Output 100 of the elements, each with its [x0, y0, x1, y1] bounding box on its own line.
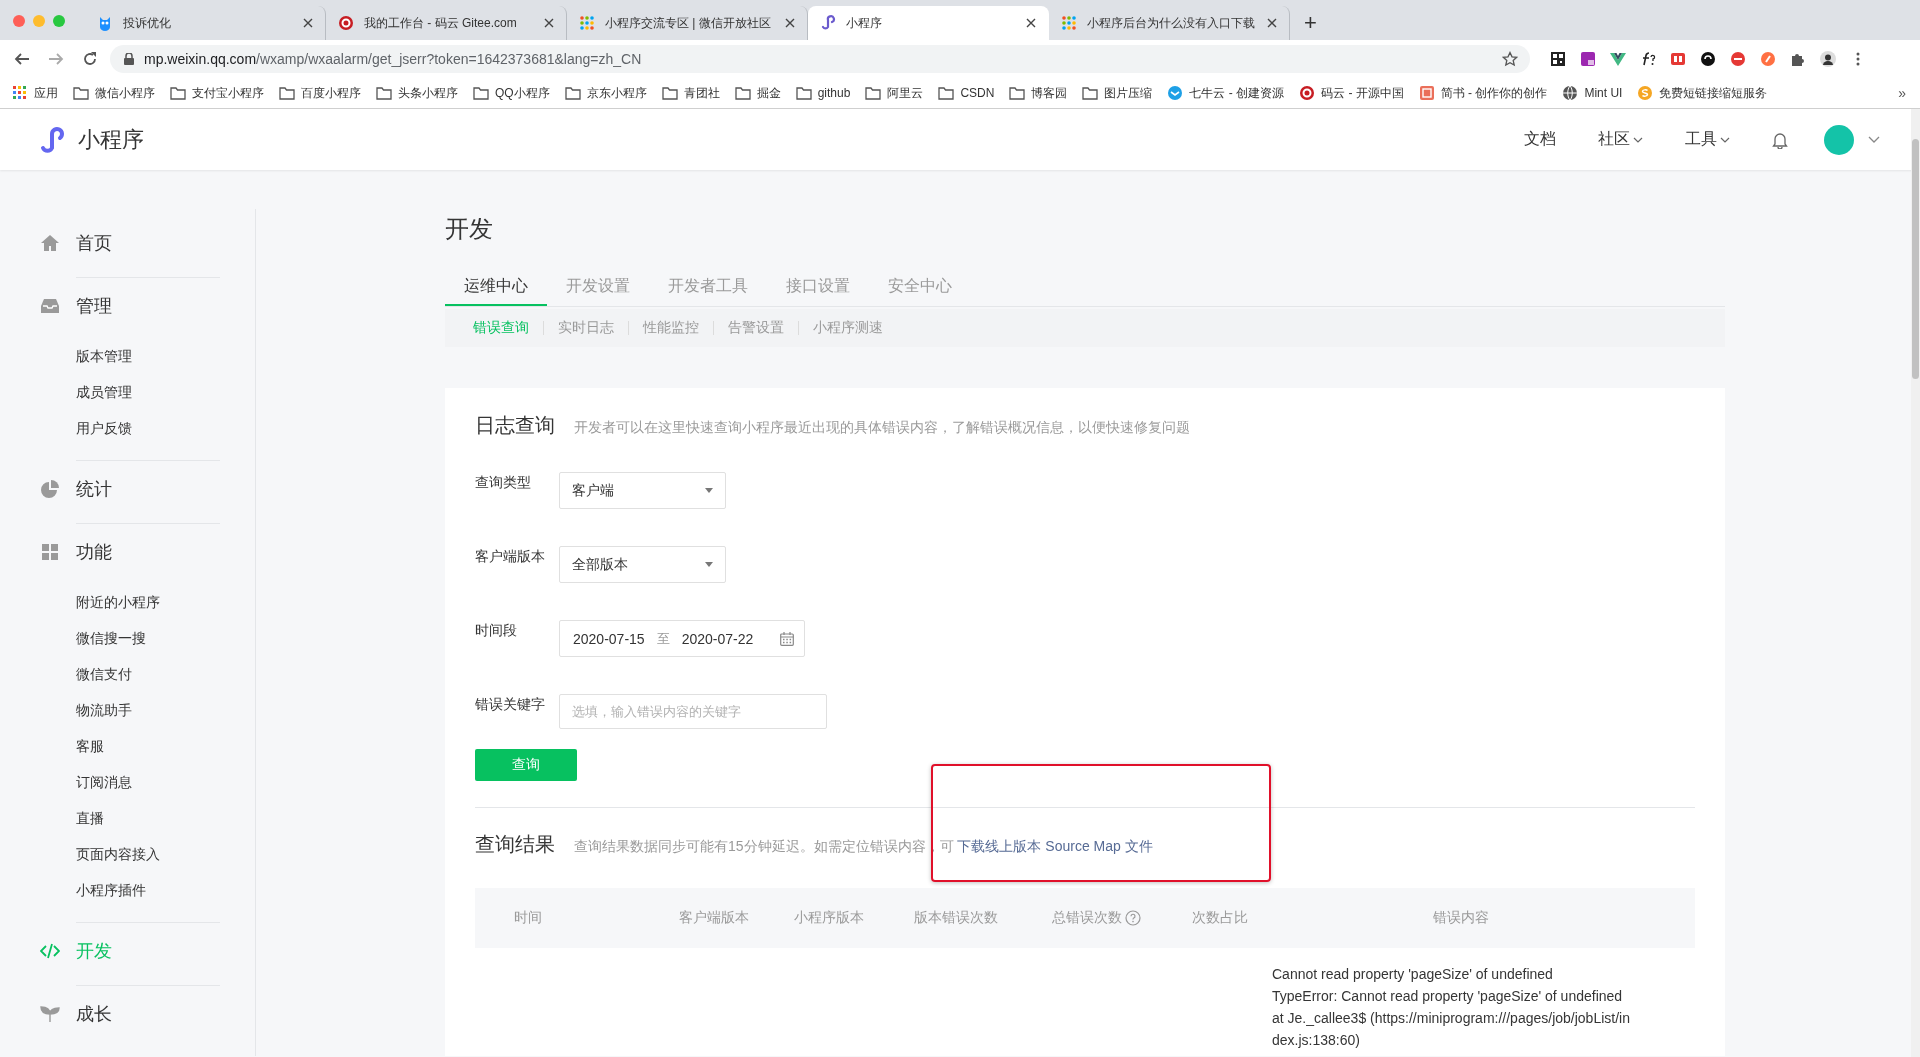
sprout-icon — [40, 1005, 60, 1023]
tab-title: 我的工作台 - 码云 Gitee.com — [364, 14, 518, 32]
bookmark[interactable]: 七牛云 - 创建资源 — [1167, 84, 1285, 102]
more-bookmarks-button[interactable]: » — [1898, 85, 1906, 101]
extension-icon[interactable] — [1580, 51, 1596, 67]
bookmark[interactable]: 免费短链接缩短服务 — [1637, 84, 1768, 102]
sidebar-subitem[interactable]: 客服 — [76, 728, 255, 764]
sidebar-item[interactable]: 统计 — [40, 461, 255, 517]
bookmark[interactable]: 微信小程序 — [73, 84, 155, 102]
globe-icon — [1562, 85, 1579, 101]
sidebar-item[interactable]: 管理 — [40, 278, 255, 334]
bookmark[interactable]: 码云 - 开源中国 — [1299, 84, 1404, 102]
close-icon[interactable] — [1267, 18, 1277, 28]
grid-icon — [40, 543, 60, 561]
folder-icon — [473, 86, 489, 100]
caret-icon — [705, 488, 713, 493]
sidebar-subitem[interactable]: 小程序插件 — [76, 872, 255, 908]
nav-link[interactable]: 工具 — [1685, 129, 1730, 150]
bookmark[interactable]: Mint UI — [1562, 85, 1623, 101]
address-bar[interactable]: mp.weixin.qq.com/wxamp/wxaalarm/get_jserr?token=1642373681&lang=zh_CN — [110, 45, 1530, 73]
close-icon[interactable] — [544, 18, 554, 28]
chevron-down-icon — [1633, 136, 1643, 143]
sidebar-subitem[interactable]: 物流助手 — [76, 692, 255, 728]
back-icon[interactable] — [14, 51, 30, 67]
section-title: 日志查询 — [475, 413, 555, 438]
input-field[interactable]: 选填，输入错误内容的关键字 — [559, 694, 827, 729]
window-control-icon — [13, 15, 25, 27]
sidebar-subitem[interactable]: 直播 — [76, 800, 255, 836]
bookmark[interactable]: 图片压缩 — [1082, 84, 1153, 102]
bookmark[interactable]: 博客园 — [1009, 84, 1068, 102]
date-range-field[interactable]: 2020-07-15 至 2020-07-22 — [559, 620, 805, 657]
puzzle-icon[interactable] — [1790, 51, 1806, 67]
link-logo-icon — [820, 15, 836, 31]
folder-icon — [661, 86, 678, 100]
calendar-icon — [780, 631, 794, 646]
logo-text: 小程序 — [78, 125, 144, 154]
bookmark[interactable]: 青团社 — [661, 84, 720, 102]
nav-link[interactable]: 社区 — [1598, 129, 1643, 150]
star-icon[interactable] — [1502, 51, 1518, 67]
reload-icon[interactable] — [82, 51, 98, 67]
error-text: at Je._callee3$ (https://miniprogram:///pages/job/jobList/in — [1272, 1009, 1631, 1028]
results-note: 查询结果数据同步可能有15分钟延迟。如需定位错误内容，可 下载线上版本 Source Map 文件 — [574, 838, 1153, 856]
browser-tab[interactable]: 小程序 — [808, 6, 1049, 40]
inbox-icon — [40, 297, 60, 315]
folder-icon — [170, 86, 186, 100]
chevron-down-icon — [1720, 136, 1730, 143]
sidebar-item[interactable]: 成长 — [40, 986, 255, 1042]
bookmark[interactable]: 阿里云 — [865, 84, 924, 102]
bookmark[interactable]: 应用 — [12, 84, 58, 102]
close-icon[interactable] — [303, 18, 313, 28]
profile-avatar-icon[interactable] — [1820, 51, 1836, 67]
bookmark[interactable]: 简书 - 创作你的创作 — [1418, 84, 1548, 102]
sidebar-subitem[interactable]: 附近的小程序 — [76, 584, 255, 620]
close-icon[interactable] — [1026, 18, 1036, 28]
bookmark[interactable]: 支付宝小程序 — [170, 84, 264, 102]
nav-link[interactable]: 文档 — [1524, 129, 1556, 150]
extension-icon[interactable] — [1700, 51, 1716, 67]
tab-title: 投诉优化 — [123, 14, 172, 32]
coin-icon — [1637, 85, 1654, 101]
bookmark[interactable]: QQ小程序 — [473, 84, 550, 102]
bookmark[interactable]: 头条小程序 — [376, 84, 458, 102]
sidebar-subitem[interactable]: 用户反馈 — [76, 410, 255, 446]
qr-code-icon[interactable] — [1550, 51, 1566, 67]
sidebar-subitem[interactable]: 页面内容接入 — [76, 836, 255, 872]
close-icon[interactable] — [785, 18, 795, 28]
bookmark[interactable]: CSDN — [938, 86, 995, 100]
scrollbar-thumb[interactable] — [1912, 139, 1919, 379]
error-text: TypeError: Cannot read property 'pageSize' of undefined — [1272, 987, 1624, 1006]
dropdown[interactable]: 客户端 — [559, 472, 726, 509]
tab[interactable]: 运维中心 — [445, 267, 547, 306]
sidebar-subitem[interactable]: 订阅消息 — [76, 764, 255, 800]
new-tab-button[interactable]: + — [1294, 6, 1327, 40]
pie-chart-icon — [40, 479, 60, 499]
sidebar-subitem[interactable]: 成员管理 — [76, 374, 255, 410]
chevron-down-icon[interactable] — [1868, 136, 1880, 143]
bookmark[interactable]: 京东小程序 — [564, 84, 647, 102]
folder-icon — [938, 86, 955, 100]
dropdown[interactable]: 全部版本 — [559, 546, 726, 583]
field-label: 客户端版本 — [475, 547, 546, 566]
sidebar-item[interactable]: 首页 — [40, 215, 255, 271]
dots-grid-icon — [579, 15, 595, 31]
section-title: 查询结果 — [475, 832, 555, 857]
sidebar-item[interactable]: 功能 — [40, 524, 255, 580]
bookmark[interactable]: 百度小程序 — [279, 84, 361, 102]
sidebar-subitem[interactable]: 微信支付 — [76, 656, 255, 692]
tab-title: 小程序 — [846, 14, 883, 32]
folder-icon — [734, 86, 751, 100]
bookmark[interactable]: github — [795, 86, 851, 100]
mascot-icon — [97, 15, 113, 31]
bookmark[interactable]: 掘金 — [734, 84, 781, 102]
column-header: 时间 — [514, 909, 542, 927]
sidebar-subitem[interactable]: 微信搜一搜 — [76, 620, 255, 656]
error-text: dex.js:138:60) — [1272, 1031, 1361, 1050]
folder-icon — [795, 86, 812, 100]
download-link[interactable]: 下载线上版本 Source Map 文件 — [957, 838, 1153, 854]
sidebar-subitem[interactable]: 版本管理 — [76, 338, 255, 374]
error-text: Cannot read property 'pageSize' of undefined — [1272, 965, 1554, 984]
function-icon[interactable] — [1640, 51, 1656, 67]
bell-icon[interactable] — [1772, 130, 1788, 149]
window-control-icon — [53, 15, 65, 27]
